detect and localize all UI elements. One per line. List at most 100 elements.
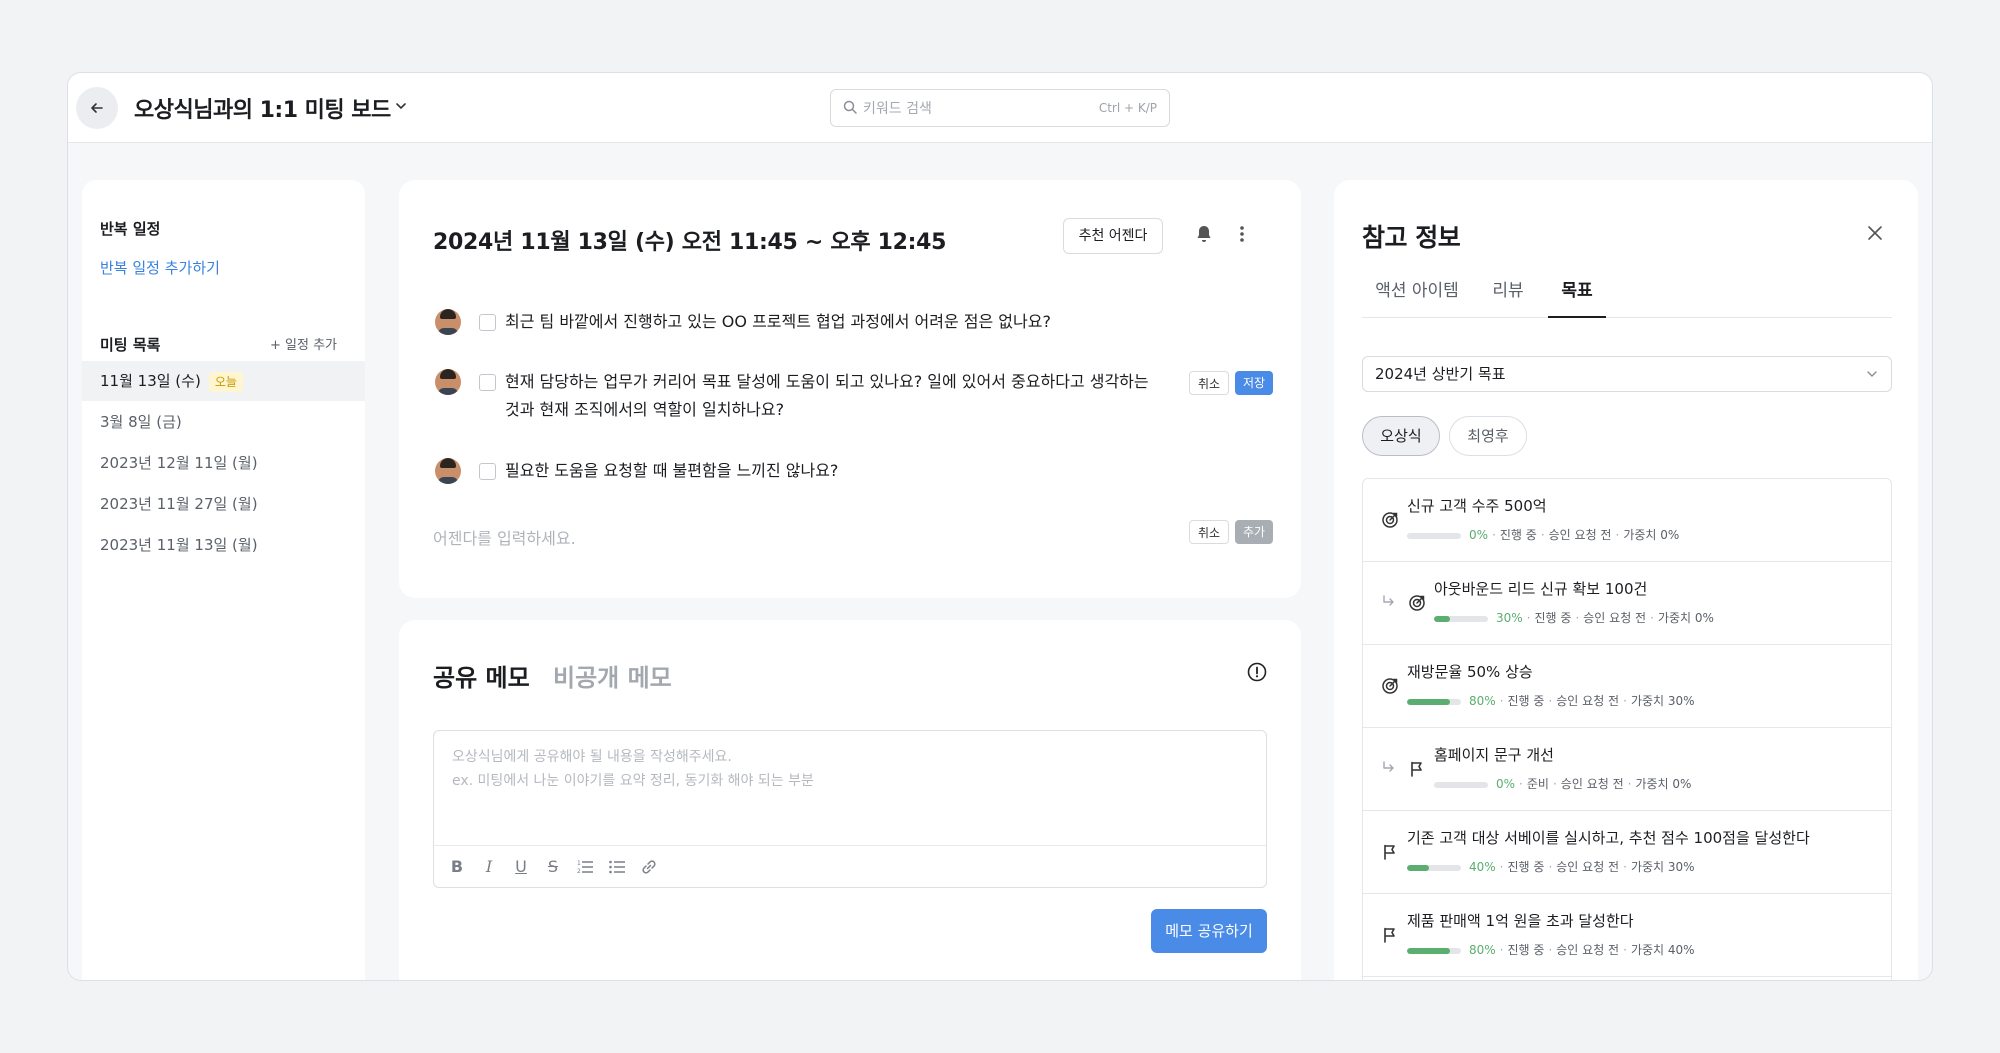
goal-approval: 승인 요청 전	[1556, 694, 1620, 708]
goal-weight: 가중치 0%	[1657, 611, 1714, 625]
cancel-edit-button[interactable]: 취소	[1189, 371, 1230, 395]
goal-item[interactable]: 신규 고객 수주 500억 0% · 진행 중 · 승인 요청 전 · 가중치 0%	[1363, 479, 1891, 562]
memo-editor[interactable]: 오상식님에게 공유해야 될 내용을 작성해주세요. ex. 미팅에서 나눈 이야…	[433, 730, 1267, 888]
avatar	[435, 369, 461, 395]
ordered-list-icon[interactable]: 12	[576, 858, 594, 876]
goal-weight: 가중치 30%	[1630, 694, 1695, 708]
progress-percent: 30%	[1496, 611, 1523, 625]
goal-title: 아웃바운드 리드 신규 확보 100건	[1434, 580, 1648, 598]
save-edit-button[interactable]: 저장	[1235, 371, 1274, 395]
goal-set-value: 2024년 상반기 목표	[1375, 365, 1506, 383]
goal-item[interactable]: 제품 판매액 1억 원을 초과 달성한다 80% · 진행 중 · 승인 요청 전 · 가중치…	[1363, 894, 1891, 977]
agenda-checkbox[interactable]	[479, 463, 496, 480]
page-title: 오상식님과의 1:1 미팅 보드	[134, 98, 391, 123]
app-window: 오상식님과의 1:1 미팅 보드 Ctrl + K/P 반복 일정 반복 일정 …	[67, 72, 1933, 981]
close-icon[interactable]	[1866, 224, 1884, 242]
add-recurring-link[interactable]: 반복 일정 추가하기	[100, 257, 220, 278]
meeting-item[interactable]: 2023년 11월 13일 (월)	[82, 525, 365, 565]
bold-icon[interactable]: B	[448, 858, 466, 876]
search-shortcut: Ctrl + K/P	[1098, 101, 1157, 115]
separator: ·	[1499, 860, 1504, 874]
tab-private-memo[interactable]: 비공개 메모	[553, 658, 672, 693]
back-button[interactable]	[76, 87, 118, 129]
goal-meta: 80% · 진행 중 · 승인 요청 전 · 가중치 40%	[1407, 942, 1695, 958]
goal-meta: 80% · 진행 중 · 승인 요청 전 · 가중치 30%	[1407, 693, 1695, 709]
recurring-title: 반복 일정	[100, 220, 161, 238]
meeting-item[interactable]: 2023년 11월 27일 (월)	[82, 484, 365, 524]
add-agenda-button[interactable]: 추가	[1235, 520, 1274, 544]
goal-set-select[interactable]: 2024년 상반기 목표	[1362, 356, 1892, 392]
progress-percent: 0%	[1469, 528, 1489, 542]
cancel-add-button[interactable]: 취소	[1189, 520, 1230, 544]
goal-item[interactable]: 기존 고객 대상 서베이를 실시하고, 추천 점수 100점을 달성한다 40% ·…	[1363, 811, 1891, 894]
meeting-item[interactable]: 2023년 12월 11일 (월)	[82, 443, 365, 483]
separator: ·	[1575, 611, 1580, 625]
chevron-down-icon	[1867, 371, 1877, 377]
target-icon	[1381, 677, 1399, 699]
agenda-item: 필요한 도움을 요청할 때 불편함을 느끼진 않나요?	[505, 461, 839, 480]
separator: ·	[1552, 777, 1557, 791]
separator: ·	[1627, 777, 1632, 791]
goal-weight: 가중치 0%	[1635, 777, 1692, 791]
meeting-item[interactable]: 3월 8일 (금)	[82, 402, 365, 442]
add-schedule-button[interactable]: + 일정 추가	[270, 334, 337, 353]
separator: ·	[1548, 943, 1553, 957]
goal-item[interactable]: 홈페이지 문구 개선 0% · 준비 · 승인 요청 전 · 가중치 0%	[1363, 728, 1891, 811]
underline-icon[interactable]: U	[512, 858, 530, 876]
goal-weight: 가중치 0%	[1623, 528, 1680, 542]
agenda-checkbox[interactable]	[479, 374, 496, 391]
goal-item[interactable]: 재방문율 50% 상승 80% · 진행 중 · 승인 요청 전 · 가중치 30%	[1363, 645, 1891, 728]
avatar	[435, 309, 461, 335]
italic-icon[interactable]: I	[480, 858, 498, 876]
person-chip-selected[interactable]: 오상식	[1362, 416, 1440, 456]
share-memo-button[interactable]: 메모 공유하기	[1151, 909, 1267, 953]
strikethrough-icon[interactable]: S	[544, 858, 562, 876]
bell-icon[interactable]	[1195, 224, 1213, 244]
memo-placeholder: 오상식님에게 공유해야 될 내용을 작성해주세요. ex. 미팅에서 나눈 이야…	[452, 745, 814, 793]
tab-action-items[interactable]: 액션 아이템	[1362, 276, 1472, 318]
goal-meta: 40% · 진행 중 · 승인 요청 전 · 가중치 30%	[1407, 859, 1695, 875]
goal-approval: 승인 요청 전	[1583, 611, 1647, 625]
top-bar: 오상식님과의 1:1 미팅 보드 Ctrl + K/P	[68, 73, 1932, 143]
sub-goal-arrow-icon	[1381, 760, 1397, 780]
goal-item[interactable]: 아웃바운드 리드 신규 확보 100건 30% · 진행 중 · 승인 요청 전 · 가중치 …	[1363, 562, 1891, 645]
goal-status: 진행 중	[1534, 611, 1572, 625]
tab-reviews[interactable]: 리뷰	[1480, 276, 1536, 318]
more-vertical-icon[interactable]	[1239, 224, 1245, 244]
separator: ·	[1499, 943, 1504, 957]
chevron-down-icon[interactable]	[394, 99, 408, 113]
reference-panel: 참고 정보 액션 아이템 리뷰 목표 2024년 상반기 목표 오상식 최영후 …	[1334, 180, 1918, 980]
progress-bar	[1407, 532, 1461, 539]
sub-goal-arrow-icon	[1381, 594, 1397, 614]
progress-fill	[1434, 615, 1451, 622]
agenda-checkbox[interactable]	[479, 314, 496, 331]
info-icon[interactable]	[1247, 662, 1267, 682]
agenda-item-line2[interactable]: 것과 현재 조직에서의 역할이 일치하나요?	[505, 396, 784, 424]
person-chip[interactable]: 최영후	[1449, 416, 1527, 456]
progress-fill	[1407, 947, 1451, 954]
agenda-item-line1[interactable]: 현재 담당하는 업무가 커리어 목표 달성에 도움이 되고 있나요? 일에 있어…	[505, 368, 1149, 396]
goal-approval: 승인 요청 전	[1556, 943, 1620, 957]
link-icon[interactable]	[640, 858, 658, 876]
goal-approval: 승인 요청 전	[1548, 528, 1612, 542]
search-input[interactable]	[863, 99, 1083, 119]
tab-shared-memo[interactable]: 공유 메모	[433, 658, 530, 693]
meeting-time: 2024년 11월 13일 (수) 오전 11:45 ~ 오후 12:45	[433, 230, 947, 255]
search-box[interactable]: Ctrl + K/P	[830, 89, 1170, 127]
progress-percent: 40%	[1469, 860, 1496, 874]
agenda-input[interactable]	[433, 524, 1133, 552]
recommend-agenda-button[interactable]: 추천 어젠다	[1063, 218, 1163, 254]
progress-bar	[1434, 615, 1488, 622]
tab-goals[interactable]: 목표	[1548, 276, 1606, 318]
bullet-list-icon[interactable]	[608, 858, 626, 876]
target-icon	[1408, 594, 1426, 616]
memo-card: 공유 메모 비공개 메모 오상식님에게 공유해야 될 내용을 작성해주세요. e…	[399, 620, 1301, 980]
progress-bar	[1407, 698, 1461, 705]
progress-percent: 0%	[1496, 777, 1516, 791]
goal-title: 재방문율 50% 상승	[1407, 663, 1533, 681]
separator: ·	[1499, 694, 1504, 708]
goal-list: 신규 고객 수주 500억 0% · 진행 중 · 승인 요청 전 · 가중치 0% 아웃바운드…	[1362, 478, 1892, 980]
meeting-item-active[interactable]: 11월 13일 (수) 오늘	[82, 361, 365, 401]
progress-percent: 80%	[1469, 943, 1496, 957]
goal-title: 기존 고객 대상 서베이를 실시하고, 추천 점수 100점을 달성한다	[1407, 829, 1810, 847]
